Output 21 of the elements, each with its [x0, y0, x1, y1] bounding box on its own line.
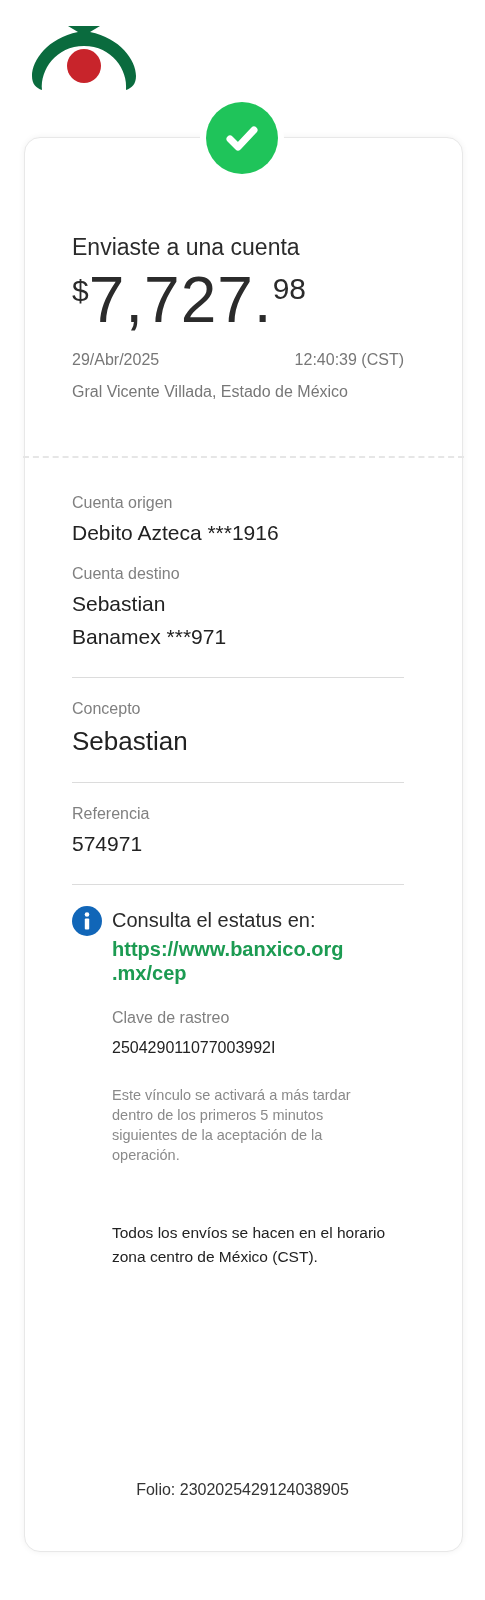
tracking-key: 250429011077003992I — [112, 1037, 276, 1059]
field-label: Cuenta origen — [72, 493, 173, 513]
transfer-title: Enviaste a una cuenta — [72, 233, 300, 262]
tracking-label: Clave de rastreo — [112, 1008, 230, 1028]
field-value: Debito Azteca ***1916 — [72, 520, 279, 546]
success-check-icon — [206, 102, 278, 174]
field-label: Cuenta destino — [72, 564, 180, 584]
timezone-note: Todos los envíos se hacen en el horario zona centro de México (CST). — [112, 1223, 387, 1267]
date-text: 29/Abr/2025 — [72, 350, 160, 370]
field-value: 574971 — [72, 831, 143, 857]
folio-text: Folio: 2302025429124038905 — [136, 1480, 349, 1500]
field-label: Referencia — [72, 804, 150, 824]
field-value: Sebastian Banamex ***971 — [72, 591, 227, 650]
location-text: Gral Vicente Villada, Estado de México — [72, 382, 348, 402]
status-heading: Consulta el estatus en: — [112, 908, 316, 933]
info-icon — [72, 906, 102, 936]
banxico-link[interactable]: https://www.banxico.org .mx/cep — [112, 937, 344, 985]
time-text: 12:40:39 (CST) — [294, 350, 404, 370]
field-label: Concepto — [72, 699, 141, 719]
activation-note: Este vínculo se activará a más tardar dentro de los primeros 5 minutos siguientes de la aceptación de la operación. — [112, 1086, 352, 1165]
field-value: Sebastian — [72, 725, 188, 758]
